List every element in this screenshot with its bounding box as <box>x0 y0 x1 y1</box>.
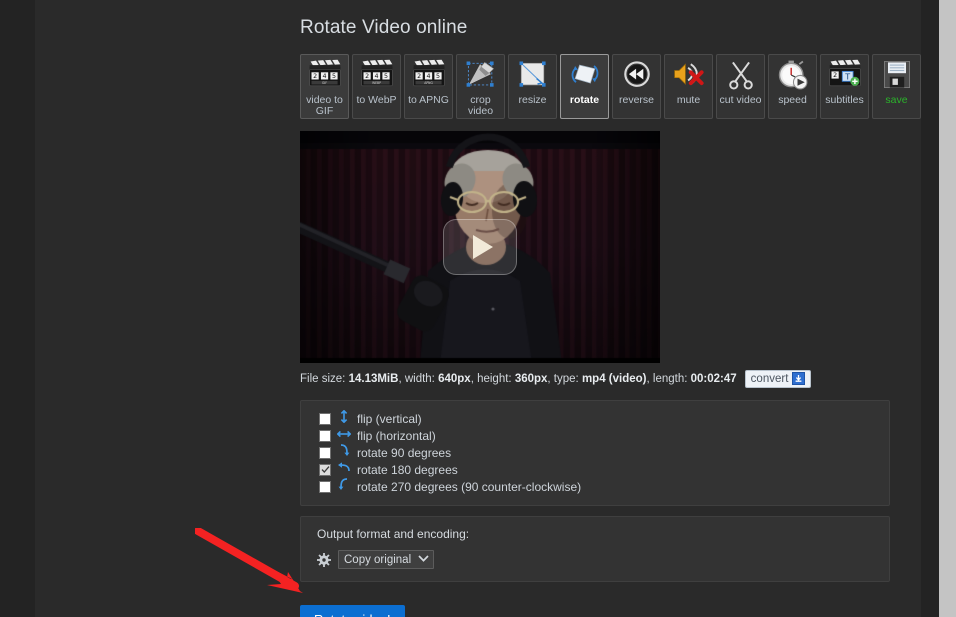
tool-tab-subtitles[interactable]: 2 T subtitles <box>820 54 869 119</box>
scrollbar-thumb[interactable] <box>940 0 955 170</box>
right-gutter <box>921 0 939 617</box>
option-row[interactable]: rotate 90 degrees <box>319 443 877 462</box>
svg-text:2: 2 <box>417 73 421 80</box>
option-label: rotate 270 degrees (90 counter-clockwise… <box>357 479 582 494</box>
tool-tab-resize[interactable]: resize <box>508 54 557 119</box>
option-direction-arrow-icon <box>336 427 352 445</box>
tool-tab-to-webp[interactable]: 2 4 5 WEBP to WebP <box>352 54 401 119</box>
tool-tab-cut-video[interactable]: cut video <box>716 54 765 119</box>
clapperboard-gif-icon: 2 4 5 GIF <box>307 59 343 91</box>
chevron-down-icon <box>418 555 429 564</box>
stopwatch-icon <box>775 59 811 91</box>
tool-tab-label: cut video <box>719 94 762 106</box>
svg-text:2: 2 <box>313 73 317 80</box>
tool-tab-label: reverse <box>618 94 654 106</box>
option-direction-arrow-icon <box>337 443 351 462</box>
tool-tab-label: mute <box>676 94 701 106</box>
svg-text:5: 5 <box>435 73 439 80</box>
tool-tab-label: to WebP <box>356 94 397 106</box>
checkbox[interactable] <box>319 446 331 459</box>
play-button[interactable] <box>443 219 517 275</box>
option-direction-arrow-icon <box>337 461 351 479</box>
video-player[interactable] <box>300 131 660 363</box>
checkbox[interactable] <box>319 412 331 425</box>
option-row[interactable]: rotate 270 degrees (90 counter-clockwise… <box>319 477 877 496</box>
output-encoding-title: Output format and encoding: <box>317 527 470 541</box>
tool-tab-reverse[interactable]: reverse <box>612 54 661 119</box>
svg-text:2: 2 <box>365 73 369 80</box>
svg-text:T: T <box>844 72 850 82</box>
svg-text:5: 5 <box>383 73 387 80</box>
play-icon <box>472 235 493 259</box>
rotate-icon <box>567 59 603 91</box>
output-format-select[interactable]: Copy original <box>338 550 434 569</box>
option-direction-arrow-icon <box>337 477 351 496</box>
option-row[interactable]: flip (vertical) <box>319 409 877 428</box>
resize-icon <box>515 59 551 91</box>
rotate-video-submit-button[interactable]: Rotate video! <box>300 605 405 617</box>
output-format-value: Copy original <box>344 553 412 566</box>
tool-tab-video-to-gif[interactable]: 2 4 5 GIF video to GIF <box>300 54 349 119</box>
tool-tab-label: to APNG <box>408 94 449 106</box>
convert-button[interactable]: convert <box>744 370 812 388</box>
tool-tab-speed[interactable]: speed <box>768 54 817 119</box>
scissors-icon <box>723 59 759 91</box>
tool-tab-label: rotate <box>569 94 600 106</box>
tool-tab-label: speed <box>778 94 807 106</box>
tool-tabs: 2 4 5 GIF video to GIF 2 4 5 WEBP to Web… <box>300 54 921 119</box>
output-encoding-panel: Output format and encoding: Copy origina… <box>300 516 890 582</box>
file-info-row: File size: 14.13MiB, width: 640px, heigh… <box>300 370 900 388</box>
svg-text:2: 2 <box>833 72 837 79</box>
option-direction-arrow-icon <box>337 409 351 428</box>
encoding-row: Copy original <box>317 550 877 569</box>
svg-text:5: 5 <box>331 73 335 80</box>
tool-tab-crop-video[interactable]: crop video <box>456 54 505 119</box>
clapperboard-apng-icon: 2 4 5 APNG <box>411 59 447 91</box>
rewind-icon <box>619 59 655 91</box>
crop-icon <box>463 59 499 91</box>
svg-text:4: 4 <box>374 73 378 80</box>
clapperboard-webp-icon: 2 4 5 WEBP <box>359 59 395 91</box>
tool-tab-label: save <box>885 94 908 106</box>
gear-icon[interactable] <box>317 552 331 567</box>
clapperboard-subtitles-icon: 2 T <box>827 59 863 91</box>
tool-tab-label: crop video <box>467 94 494 117</box>
tool-tab-label: resize <box>518 94 547 106</box>
svg-text:4: 4 <box>426 73 430 80</box>
tool-tab-rotate[interactable]: rotate <box>560 54 609 119</box>
checkbox[interactable] <box>319 480 331 493</box>
tool-tab-save[interactable]: save <box>872 54 921 119</box>
rotate-options-panel: flip (vertical) flip (horizontal) rotate 9… <box>300 400 890 506</box>
svg-text:APNG: APNG <box>424 81 433 85</box>
option-label: rotate 90 degrees <box>357 445 452 460</box>
app-root: Rotate Video online 2 4 5 GIF video to G… <box>0 0 956 617</box>
file-info-text: File size: 14.13MiB, width: 640px, heigh… <box>300 373 737 385</box>
svg-text:GIF: GIF <box>322 81 327 85</box>
svg-text:WEBP: WEBP <box>372 81 381 85</box>
option-label: flip (vertical) <box>357 411 422 426</box>
svg-text:4: 4 <box>322 73 326 80</box>
option-label: flip (horizontal) <box>357 428 436 443</box>
page-scrollbar[interactable] <box>939 0 956 617</box>
speaker-mute-icon <box>671 59 707 91</box>
checkbox[interactable] <box>319 463 331 476</box>
option-label: rotate 180 degrees <box>357 462 458 477</box>
main-content: Rotate Video online 2 4 5 GIF video to G… <box>300 0 921 617</box>
floppy-disk-icon <box>879 59 915 91</box>
page-title: Rotate Video online <box>300 17 468 38</box>
option-row[interactable]: flip (horizontal) <box>319 427 877 444</box>
convert-label: convert <box>750 372 789 385</box>
checkbox[interactable] <box>319 429 331 442</box>
option-row[interactable]: rotate 180 degrees <box>319 461 877 478</box>
left-gutter <box>0 0 35 617</box>
tool-tab-label: video to GIF <box>306 94 343 117</box>
tool-tab-label: subtitles <box>825 94 864 106</box>
download-icon <box>792 372 806 385</box>
tool-tab-mute[interactable]: mute <box>664 54 713 119</box>
tool-tab-to-apng[interactable]: 2 4 5 APNG to APNG <box>404 54 453 119</box>
